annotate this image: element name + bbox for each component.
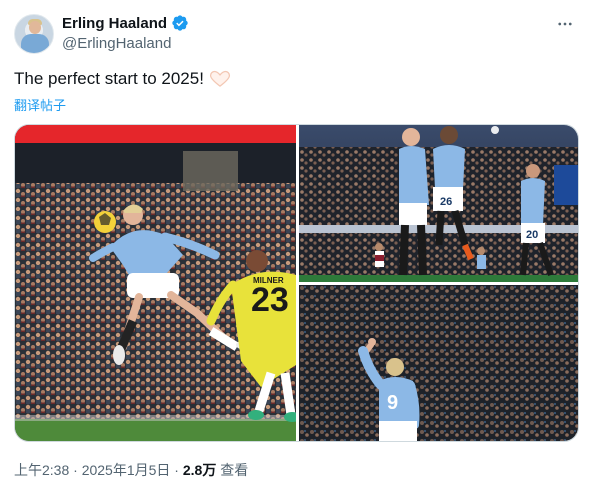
photo-header-goal[interactable]: 23 MILNER bbox=[15, 125, 296, 441]
meta-separator: · bbox=[69, 462, 82, 478]
tweet-date[interactable]: 2025年1月5日 bbox=[82, 462, 171, 478]
author-avatar[interactable] bbox=[14, 14, 54, 54]
tweet-meta: 上午2:38 · 2025年1月5日 · 2.8万 查看 bbox=[14, 460, 248, 480]
tweet-body: The perfect start to 2025! bbox=[14, 69, 204, 88]
white-heart-hands-icon bbox=[209, 70, 231, 87]
views-label: 查看 bbox=[220, 462, 249, 478]
svg-text:MILNER: MILNER bbox=[253, 276, 284, 285]
svg-text:20: 20 bbox=[526, 229, 538, 241]
tweet-text: The perfect start to 2025! bbox=[14, 69, 231, 89]
svg-text:9: 9 bbox=[387, 392, 398, 414]
photo-celebration[interactable]: 26 20 bbox=[299, 125, 578, 282]
avatar-shirt bbox=[21, 34, 49, 53]
translate-post-link[interactable]: 翻译帖子 bbox=[14, 95, 66, 114]
more-options-icon[interactable] bbox=[555, 14, 575, 34]
svg-text:23: 23 bbox=[251, 281, 289, 319]
media-grid: 23 MILNER 26 20 9 bbox=[14, 124, 579, 442]
meta-separator-2: · bbox=[170, 462, 183, 478]
author-name[interactable]: Erling Haaland bbox=[62, 14, 189, 32]
author-display-name[interactable]: Erling Haaland bbox=[62, 15, 167, 32]
author-handle[interactable]: @ErlingHaaland bbox=[62, 35, 171, 52]
avatar-head bbox=[29, 21, 41, 34]
photo-salute-image: 9 bbox=[299, 285, 578, 441]
photo-header-goal-image: 23 MILNER bbox=[15, 125, 296, 441]
tweet-time[interactable]: 上午2:38 bbox=[14, 462, 69, 478]
more-dots-icon bbox=[558, 22, 572, 26]
photo-salute[interactable]: 9 bbox=[299, 285, 578, 441]
photo-celebration-image: 26 20 bbox=[299, 125, 578, 282]
views-count[interactable]: 2.8万 bbox=[183, 462, 216, 478]
verified-badge-icon bbox=[172, 15, 188, 31]
svg-text:26: 26 bbox=[440, 196, 452, 208]
